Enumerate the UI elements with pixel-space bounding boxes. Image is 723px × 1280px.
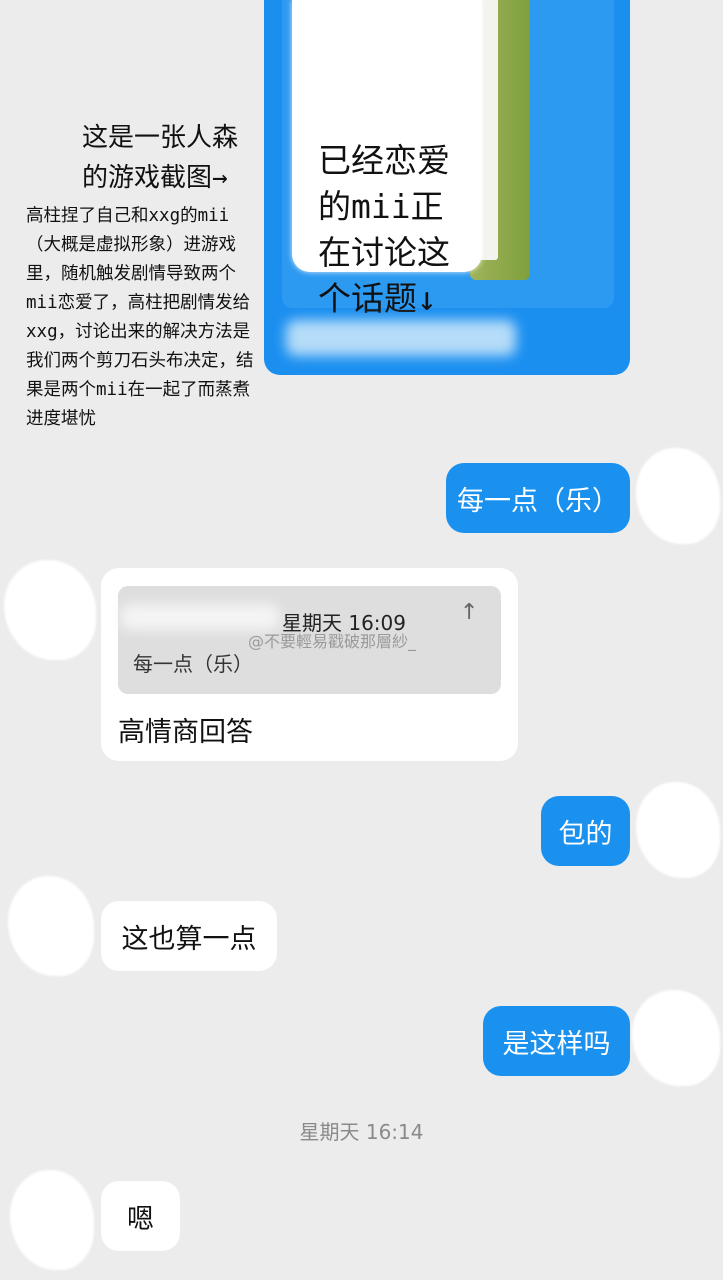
watermark: @不要輕易戳破那層紗_ [248,632,417,651]
avatar[interactable] [4,560,96,660]
avatar[interactable] [636,448,720,544]
outgoing-message[interactable]: 是这样吗 [483,1006,630,1076]
chat-timestamp: 星期天 16:14 [299,1120,424,1144]
quote-text: 每一点（乐） [133,652,253,676]
avatar[interactable] [10,1170,94,1270]
incoming-message[interactable]: 嗯 [101,1181,180,1251]
avatar[interactable] [632,990,720,1086]
reply-text: 高情商回答 [118,717,253,748]
annotation-body: 高柱捏了自己和xxg的mii（大概是虚拟形象）进游戏里，随机触发剧情导致两个mi… [26,206,254,429]
outgoing-message[interactable]: 每一点（乐） [446,463,630,533]
blurred-sender [120,604,280,630]
jump-to-quote-icon[interactable]: ↑ [460,600,478,625]
image-note-text: 已经恋爱 的mii正 在讨论这 个话题↓ [318,141,450,318]
annotation-title: 这是一张人森 的游戏截图→ [82,123,239,193]
avatar[interactable] [636,782,720,878]
blurred-caption [286,320,516,356]
outgoing-message[interactable]: 包的 [541,796,630,866]
incoming-message[interactable]: 这也算一点 [101,901,277,971]
avatar[interactable] [8,876,94,976]
